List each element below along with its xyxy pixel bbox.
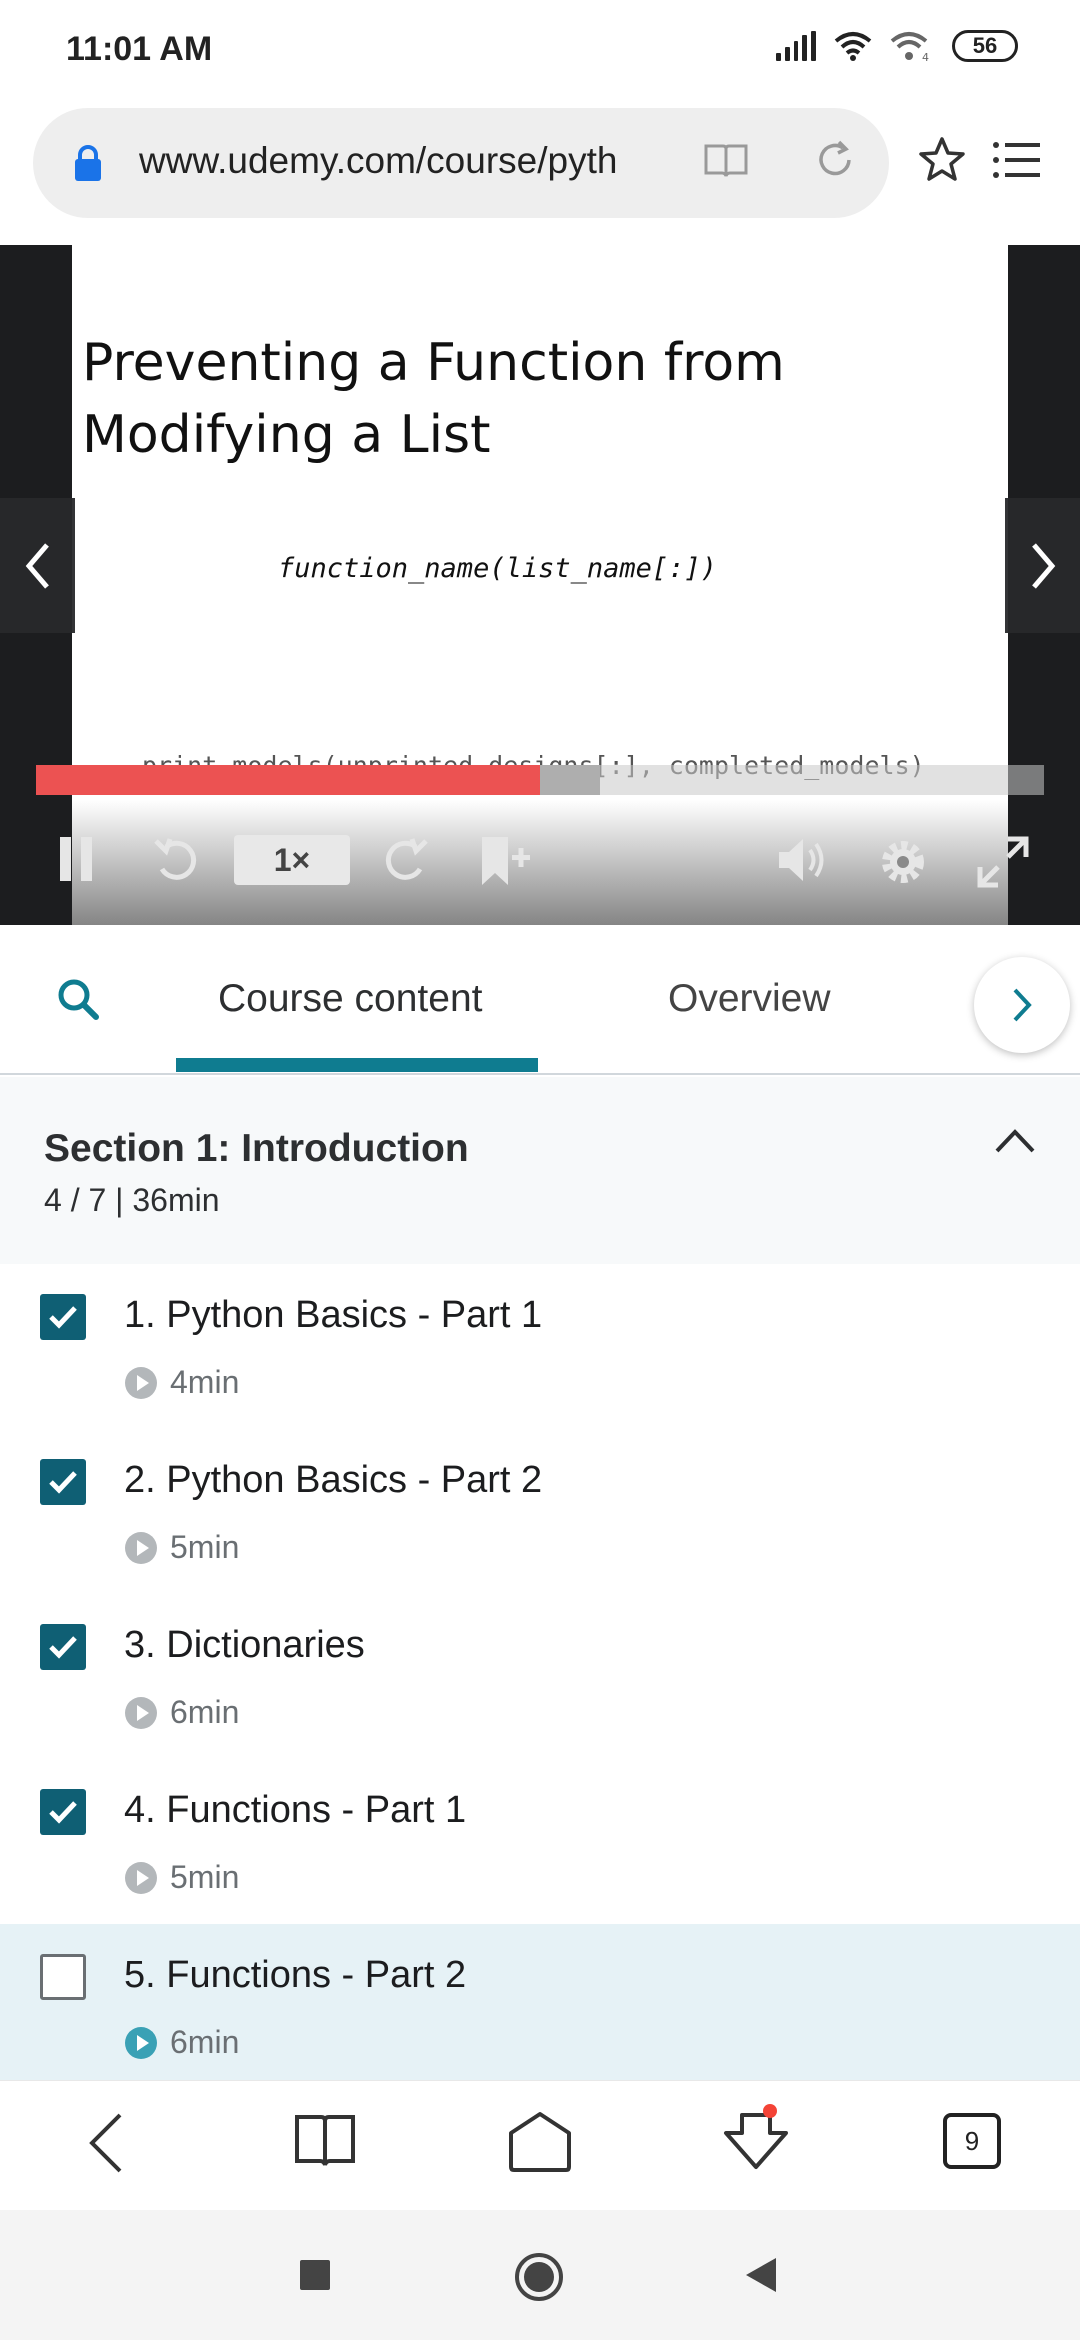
pause-icon[interactable] <box>58 835 94 883</box>
bookmarks-book-icon[interactable] <box>294 2111 356 2169</box>
lecture-duration: 6min <box>124 1694 239 1731</box>
duration-text: 5min <box>170 1529 240 1565</box>
play-circle-icon <box>125 1696 157 1729</box>
address-bar[interactable]: www.udemy.com/course/pyth <box>33 108 889 218</box>
lecture-title: 3. Dictionaries <box>124 1624 365 1666</box>
lecture-complete-checkbox[interactable] <box>40 1294 86 1340</box>
lecture-duration: 4min <box>124 1364 239 1401</box>
status-icons: 4 56 <box>776 30 1018 62</box>
status-bar: 11:01 AM 4 56 <box>0 0 1080 100</box>
chevron-left-icon <box>25 542 49 589</box>
duration-text: 5min <box>170 1859 240 1895</box>
rewind-icon[interactable] <box>152 835 202 885</box>
volume-icon[interactable] <box>775 835 829 885</box>
controls-overlay <box>72 800 1008 925</box>
lock-icon <box>75 145 101 181</box>
play-circle-icon <box>125 1531 157 1564</box>
chevron-right-icon <box>1013 988 1032 1022</box>
lecture-complete-checkbox[interactable] <box>40 1954 86 2000</box>
lecture-title: 2. Python Basics - Part 2 <box>124 1459 543 1501</box>
url-text[interactable]: www.udemy.com/course/pyth <box>139 140 684 182</box>
lecture-item[interactable]: 1. Python Basics - Part 1 4min <box>0 1264 1080 1429</box>
add-bookmark-icon[interactable] <box>478 835 534 887</box>
battery-indicator: 56 <box>952 30 1018 62</box>
wifi-icon <box>834 32 872 61</box>
duration-text: 6min <box>170 2024 240 2060</box>
lecture-complete-checkbox[interactable] <box>40 1459 86 1505</box>
checkmark-icon <box>49 1636 77 1659</box>
checkmark-icon <box>49 1306 77 1329</box>
slide-title: Preventing a Function from Modifying a L… <box>82 333 785 465</box>
hotspot-wifi-icon: 4 <box>890 32 929 62</box>
checkmark-icon <box>49 1801 77 1824</box>
browser-bottom-nav: 9 <box>0 2080 1080 2210</box>
play-circle-icon <box>125 1366 157 1399</box>
recent-apps-icon[interactable] <box>300 2260 330 2290</box>
home-icon[interactable] <box>508 2111 572 2173</box>
system-navigation-bar <box>0 2210 1080 2340</box>
section-header[interactable]: Section 1: Introduction 4 / 7 | 36min <box>0 1077 1080 1264</box>
play-circle-icon <box>125 1861 157 1894</box>
lecture-complete-checkbox[interactable] <box>40 1624 86 1670</box>
next-lecture-button[interactable] <box>1005 498 1080 633</box>
browser-toolbar: www.udemy.com/course/pyth <box>0 100 1080 245</box>
chevron-right-icon <box>1031 542 1055 589</box>
lecture-complete-checkbox[interactable] <box>40 1789 86 1835</box>
lecture-duration: 6min <box>124 2024 239 2061</box>
lecture-duration: 5min <box>124 1529 239 1566</box>
lecture-title: 5. Functions - Part 2 <box>124 1954 467 1996</box>
section-title: Section 1: Introduction <box>44 1127 469 1170</box>
forward-icon[interactable] <box>380 835 430 885</box>
svg-text:4: 4 <box>922 51 929 62</box>
played-progress <box>36 765 540 795</box>
lecture-duration: 5min <box>124 1859 239 1896</box>
menu-list-icon[interactable] <box>992 140 1042 180</box>
tab-course-content[interactable]: Course content <box>218 977 483 1021</box>
downloads-icon[interactable] <box>722 2103 790 2173</box>
home-circle-icon[interactable] <box>514 2252 564 2302</box>
cell-signal-icon <box>776 31 816 61</box>
status-time: 11:01 AM <box>66 30 213 68</box>
course-tabs: Course content Overview <box>0 925 1080 1075</box>
checkmark-icon <box>49 1471 77 1494</box>
lecture-item[interactable]: 2. Python Basics - Part 2 5min <box>0 1429 1080 1594</box>
previous-lecture-button[interactable] <box>0 498 75 633</box>
lecture-title: 4. Functions - Part 1 <box>124 1789 467 1831</box>
active-tab-indicator <box>176 1058 538 1072</box>
chevron-up-icon[interactable] <box>994 1127 1036 1155</box>
back-triangle-icon[interactable] <box>744 2256 778 2294</box>
back-arrow-icon[interactable] <box>86 2111 126 2175</box>
lecture-item-current[interactable]: 5. Functions - Part 2 6min <box>0 1924 1080 2080</box>
search-icon[interactable] <box>56 977 100 1021</box>
open-tabs-button[interactable]: 9 <box>943 2113 1001 2169</box>
lecture-title: 1. Python Basics - Part 1 <box>124 1294 543 1336</box>
lecture-item[interactable]: 3. Dictionaries 6min <box>0 1594 1080 1759</box>
settings-gear-icon[interactable] <box>876 835 930 889</box>
lecture-item[interactable]: 4. Functions - Part 1 5min <box>0 1759 1080 1924</box>
bookmark-star-icon[interactable] <box>918 136 966 182</box>
duration-text: 6min <box>170 1694 240 1730</box>
fullscreen-icon[interactable] <box>976 835 1030 889</box>
refresh-icon[interactable] <box>813 138 857 182</box>
duration-text: 4min <box>170 1364 240 1400</box>
tabs-scroll-right-button[interactable] <box>974 957 1070 1053</box>
slide-code-line: function_name(list_name[:]) <box>278 553 717 584</box>
reader-mode-icon[interactable] <box>703 140 749 180</box>
video-player[interactable]: Preventing a Function from Modifying a L… <box>0 245 1080 925</box>
section-progress: 4 / 7 | 36min <box>44 1182 220 1218</box>
tab-overview[interactable]: Overview <box>668 977 831 1021</box>
play-circle-icon <box>125 2026 157 2059</box>
video-progress-bar[interactable] <box>36 765 1044 795</box>
playback-speed-button[interactable]: 1× <box>234 835 350 885</box>
